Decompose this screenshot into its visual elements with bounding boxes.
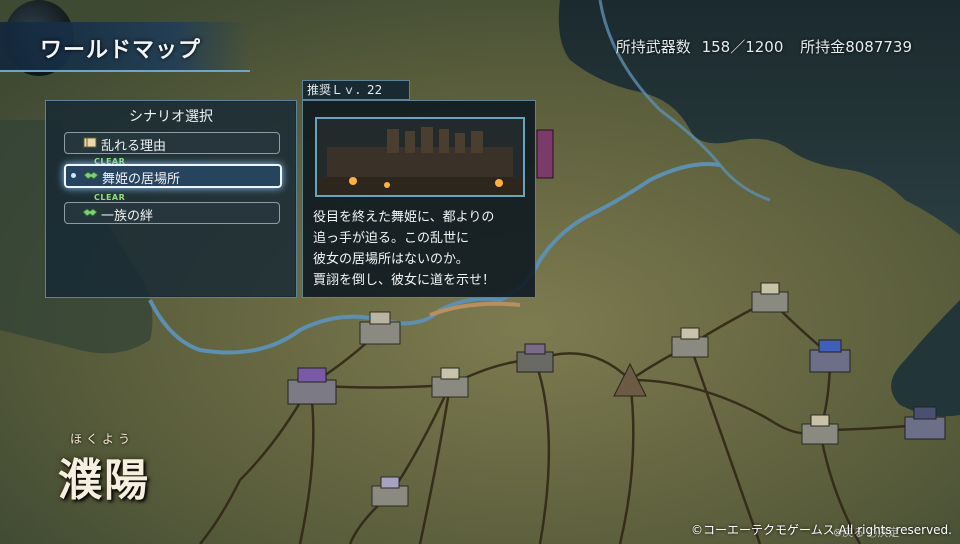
- recommended-level: 推奨Ｌｖ．22: [302, 80, 410, 100]
- location-name: 濮陽: [58, 455, 150, 506]
- scenario-item-label: 乱れる理由: [101, 139, 167, 154]
- description-line: 役目を終えた舞姫に、都よりの: [313, 210, 495, 225]
- description-line: 彼女の居場所はないのか。: [313, 252, 469, 267]
- copyright-notice: ©コーエーテクモゲームス All rights reserved.: [691, 523, 952, 537]
- pagoda-icon[interactable]: [536, 129, 554, 179]
- scenario-description: 役目を終えた舞姫に、都よりの 追っ手が迫る。この乱世に 彼女の居場所はないのか。…: [313, 207, 531, 291]
- scenario-detail-panel: 役目を終えた舞姫に、都よりの 追っ手が迫る。この乱世に 彼女の居場所はないのか。…: [302, 100, 536, 298]
- scenario-item-label: 一族の絆: [101, 209, 154, 224]
- scenario-item-label: 舞姫の居場所: [102, 172, 181, 187]
- weapons-count-label: 所持武器数: [615, 38, 691, 56]
- fortress-image: [317, 119, 523, 195]
- scenario-panel-title: シナリオ選択: [129, 109, 213, 125]
- page-title: ワールドマップ: [40, 38, 202, 63]
- weapons-count-value: 158／1200: [701, 38, 784, 56]
- gold-label: 所持金: [800, 38, 846, 56]
- player-stats: 所持武器数 158／1200 所持金8087739: [610, 36, 912, 57]
- scenario-item[interactable]: 一族の絆: [64, 202, 280, 224]
- gold-value: 8087739: [845, 38, 912, 56]
- scroll-icon: [83, 137, 97, 148]
- selection-cursor-icon: [71, 173, 76, 178]
- description-line: 賈詡を倒し、彼女に道を示せ！: [313, 273, 496, 288]
- scenario-thumbnail: [315, 117, 525, 197]
- description-line: 追っ手が迫る。この乱世に: [313, 231, 470, 246]
- clear-badge: CLEAR: [94, 193, 126, 202]
- scenario-item[interactable]: 乱れる理由: [64, 132, 280, 154]
- scenario-select-panel: シナリオ選択 乱れる理由 CLEAR 舞姫の居場所 CLEAR 一族の絆: [45, 100, 297, 298]
- handshake-icon: [84, 171, 98, 180]
- scenario-item-selected[interactable]: 舞姫の居場所: [64, 164, 282, 188]
- handshake-icon: [83, 208, 97, 217]
